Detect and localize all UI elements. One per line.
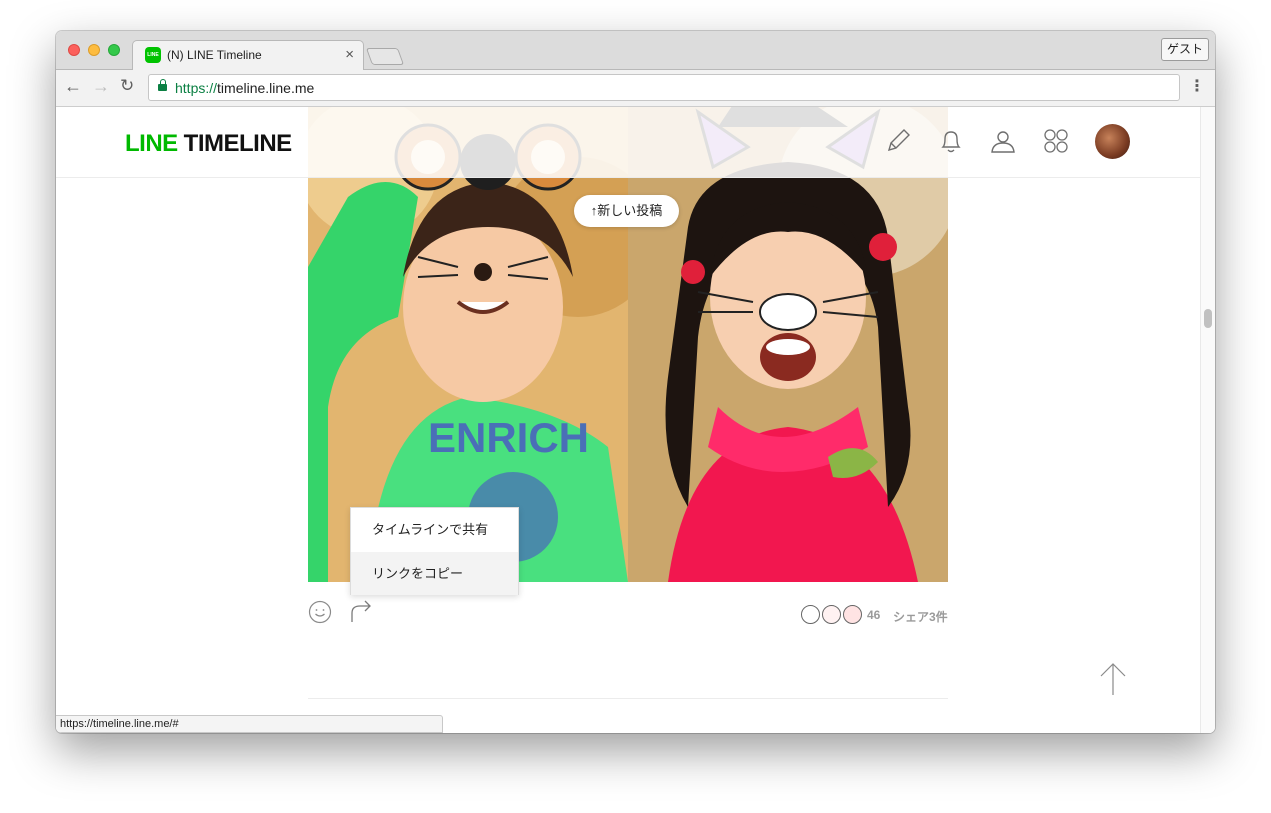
share-menu: タイムラインで共有 リンクをコピー: [350, 507, 519, 595]
line-favicon-icon: LINE: [145, 47, 161, 63]
page-scrollbar[interactable]: [1200, 107, 1215, 733]
tab-title: (N) LINE Timeline: [167, 48, 262, 62]
browser-menu-icon[interactable]: ⋮: [1189, 77, 1205, 97]
bell-icon[interactable]: [937, 127, 965, 155]
share-to-timeline-item[interactable]: タイムラインで共有: [351, 508, 518, 551]
reaction-surprise-icon: [801, 605, 820, 624]
person-icon[interactable]: [989, 127, 1017, 155]
new-tab-button[interactable]: [365, 48, 405, 65]
share-count[interactable]: シェア3件: [893, 608, 948, 625]
back-arrow-icon[interactable]: ←: [64, 76, 82, 96]
browser-toolbar: ← → ↻ https://timeline.line.me ⋮: [56, 70, 1215, 107]
status-bar-url: https://timeline.line.me/#: [56, 715, 443, 733]
scroll-to-top-icon[interactable]: [1098, 662, 1128, 696]
scrollbar-thumb[interactable]: [1204, 309, 1212, 328]
apps-grid-icon[interactable]: [1042, 127, 1070, 155]
minimize-window-button[interactable]: [88, 44, 100, 56]
line-timeline-logo[interactable]: LINE TIMELINE: [125, 130, 292, 158]
tab-line-timeline[interactable]: LINE (N) LINE Timeline ×: [132, 40, 364, 70]
pencil-icon[interactable]: [884, 127, 912, 155]
browser-window: LINE (N) LINE Timeline × ゲスト ← → ↻ https…: [56, 31, 1215, 733]
smiley-icon[interactable]: [308, 600, 332, 624]
logo-timeline: TIMELINE: [183, 130, 293, 157]
address-bar[interactable]: https://timeline.line.me: [148, 74, 1180, 101]
photo-girl: [628, 107, 948, 582]
post-divider: [308, 698, 948, 699]
svg-text:ENRICH: ENRICH: [428, 414, 589, 461]
lock-icon: [158, 79, 167, 92]
logo-line: LINE: [125, 130, 178, 157]
copy-link-item[interactable]: リンクをコピー: [351, 552, 518, 595]
reload-icon[interactable]: ↻: [120, 76, 134, 96]
url-scheme: https://: [175, 80, 218, 96]
url-text: https://timeline.line.me: [175, 80, 314, 96]
guest-profile-button[interactable]: ゲスト: [1161, 38, 1209, 61]
new-posts-button[interactable]: ↑新しい投稿: [574, 195, 679, 227]
forward-arrow-icon[interactable]: →: [92, 76, 110, 96]
avatar[interactable]: [1095, 124, 1130, 159]
reaction-laugh-icon: [843, 605, 862, 624]
tab-close-icon[interactable]: ×: [345, 46, 354, 63]
close-window-button[interactable]: [68, 44, 80, 56]
girl-illustration: [628, 107, 948, 582]
site-header: LINE TIMELINE: [56, 107, 1200, 178]
share-arrow-icon[interactable]: [349, 599, 373, 623]
reaction-love-icon: [822, 605, 841, 624]
zoom-window-button[interactable]: [108, 44, 120, 56]
page-viewport: ENRICH LINE TIMELINE ↑新しい投稿 タイムラインで共有 リン…: [56, 107, 1215, 733]
tab-strip: LINE (N) LINE Timeline × ゲスト: [56, 31, 1215, 70]
reaction-count: 46: [867, 608, 881, 622]
url-host: timeline.line.me: [217, 80, 315, 96]
